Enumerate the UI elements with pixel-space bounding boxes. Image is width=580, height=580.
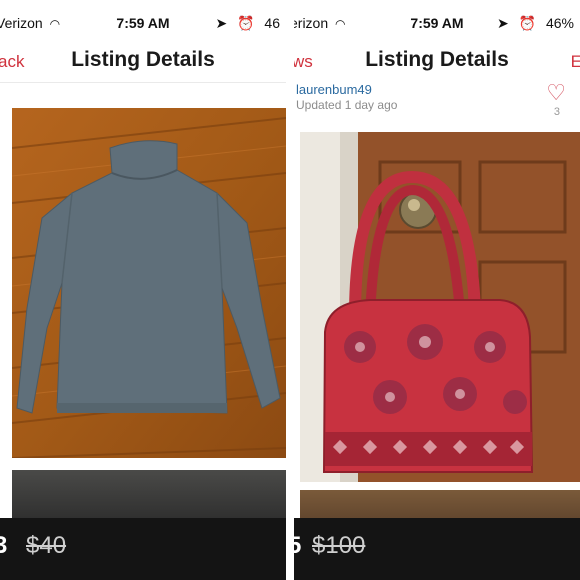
panel-divider [286, 0, 294, 580]
original-price: $40 [26, 532, 67, 559]
current-price: 3 [0, 532, 8, 559]
updated-time: Updated 1 day ago [296, 98, 398, 112]
seller-info: laurenbum49 Updated 1 day ago ♡ 3 [294, 80, 580, 132]
item-photo[interactable] [12, 108, 286, 458]
sweater-image [12, 108, 286, 458]
heart-icon[interactable]: ♡ [546, 80, 566, 106]
price-bar: 3 $40 [0, 518, 286, 580]
location-arrow-icon: ➤ [497, 15, 509, 31]
handbag-image [300, 132, 580, 482]
battery-percent: 46 [264, 15, 280, 31]
seller-username[interactable]: laurenbum49 [296, 82, 372, 97]
edit-button[interactable]: E [571, 52, 580, 72]
right-listing-screen: erizon ◠ 7:59 AM ➤ ⏰ 46% ws Listing Deta… [294, 0, 580, 580]
current-price: 5 [294, 532, 302, 559]
page-title: Listing Details [365, 48, 509, 71]
item-photo[interactable] [300, 132, 580, 482]
status-right: ➤ ⏰ 46% [491, 15, 574, 32]
status-bar: erizon ◠ 7:59 AM ➤ ⏰ 46% [294, 0, 580, 44]
alarm-clock-icon: ⏰ [237, 15, 255, 31]
location-arrow-icon: ➤ [215, 15, 228, 31]
nav-bar: ws Listing Details E [294, 40, 580, 83]
page-title: Listing Details [71, 48, 215, 71]
original-price: $100 [312, 532, 366, 559]
nav-bar: ack Listing Details [0, 40, 286, 83]
battery-percent: 46% [545, 15, 574, 31]
status-bar: Verizon ◠ 7:59 AM ➤ ⏰ 46 [0, 0, 286, 44]
like-count: 3 [553, 106, 560, 118]
status-right: ➤ ⏰ 46 [209, 15, 280, 32]
left-listing-screen: Verizon ◠ 7:59 AM ➤ ⏰ 46 ack Listing Det… [0, 0, 286, 580]
price-bar: 5 $100 [294, 518, 580, 580]
alarm-clock-icon: ⏰ [518, 15, 537, 31]
